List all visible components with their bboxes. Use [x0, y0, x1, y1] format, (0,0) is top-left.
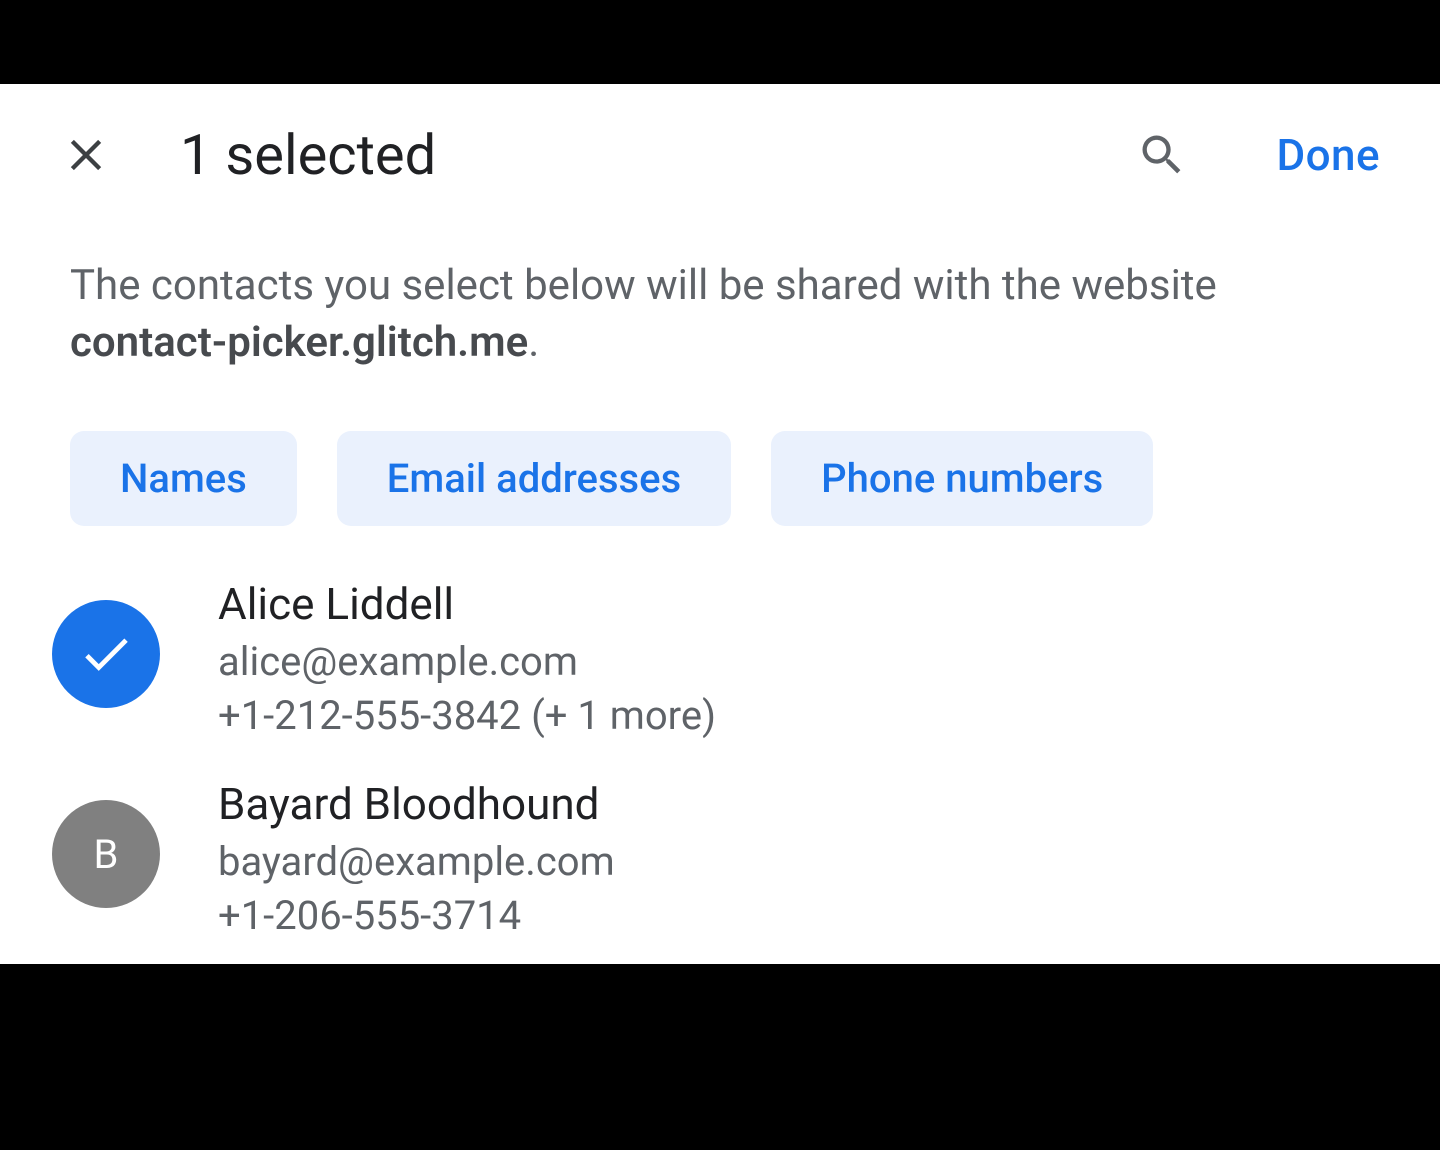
- search-icon[interactable]: [1136, 129, 1188, 181]
- chip-phone-numbers[interactable]: Phone numbers: [771, 431, 1153, 526]
- explain-prefix: The contacts you select below will be sh…: [70, 261, 1217, 310]
- share-explanation: The contacts you select below will be sh…: [0, 188, 1440, 371]
- contact-phone: +1-206-555-3714: [218, 890, 615, 942]
- avatar-letter: B: [94, 831, 119, 878]
- chip-email-addresses[interactable]: Email addresses: [337, 431, 731, 526]
- contact-info: Alice Liddell alice@example.com +1-212-5…: [218, 578, 716, 742]
- close-icon[interactable]: [60, 129, 112, 181]
- chip-names[interactable]: Names: [70, 431, 297, 526]
- contact-email: alice@example.com: [218, 636, 716, 688]
- contact-phone: +1-212-555-3842 (+ 1 more): [218, 690, 716, 742]
- letterbox-bottom: [0, 964, 1440, 1150]
- avatar-selected: [52, 600, 160, 708]
- contact-email: bayard@example.com: [218, 836, 615, 888]
- contact-row[interactable]: Alice Liddell alice@example.com +1-212-5…: [52, 578, 1370, 778]
- letterbox-top: [0, 0, 1440, 84]
- avatar-initial: B: [52, 800, 160, 908]
- explain-suffix: .: [528, 318, 539, 367]
- check-icon: [77, 625, 135, 683]
- property-chips: Names Email addresses Phone numbers: [0, 371, 1440, 526]
- explain-website: contact-picker.glitch.me: [70, 318, 528, 367]
- contact-row[interactable]: B Bayard Bloodhound bayard@example.com +…: [52, 778, 1370, 964]
- contact-info: Bayard Bloodhound bayard@example.com +1-…: [218, 778, 615, 942]
- selection-count-title: 1 selected: [180, 122, 1088, 188]
- header: 1 selected Done: [0, 84, 1440, 188]
- contact-name: Bayard Bloodhound: [218, 778, 615, 830]
- contact-list: Alice Liddell alice@example.com +1-212-5…: [0, 526, 1440, 964]
- done-button[interactable]: Done: [1276, 129, 1380, 181]
- contact-name: Alice Liddell: [218, 578, 716, 630]
- contact-picker-sheet: 1 selected Done The contacts you select …: [0, 84, 1440, 964]
